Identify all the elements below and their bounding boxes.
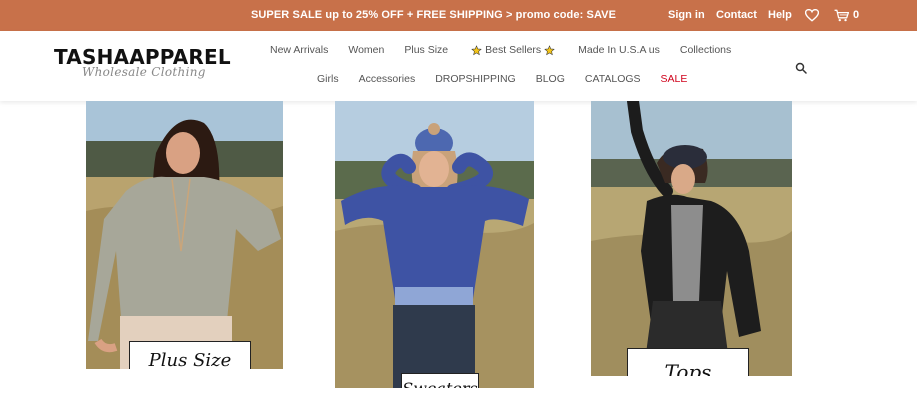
category-card-tops[interactable]: Tops — [591, 101, 792, 376]
star-icon — [544, 44, 555, 55]
help-link[interactable]: Help — [768, 9, 792, 21]
cart-count: 0 — [853, 9, 860, 21]
category-label-tops[interactable]: Tops — [627, 348, 749, 376]
nav-plus-size[interactable]: Plus Size — [404, 44, 448, 56]
nav-dropshipping[interactable]: DROPSHIPPING — [435, 73, 516, 85]
nav-blog[interactable]: BLOG — [536, 73, 565, 85]
sweaters-photo — [335, 101, 534, 388]
site-header: TASHAAPPAREL Wholesale Clothing New Arri… — [0, 31, 917, 101]
nav-catalogs[interactable]: CATALOGS — [585, 73, 641, 85]
category-label-sweaters[interactable]: Sweaters — [401, 373, 479, 388]
category-card-plus-size[interactable]: Plus Size — [86, 101, 283, 369]
logo-tagline: Wholesale Clothing — [82, 65, 206, 79]
nav-new-arrivals[interactable]: New Arrivals — [270, 44, 328, 56]
heart-icon[interactable] — [805, 9, 819, 22]
main-nav-row-2: Girls Accessories DROPSHIPPING BLOG CATA… — [317, 73, 707, 85]
nav-accessories[interactable]: Accessories — [359, 73, 416, 85]
search-icon[interactable] — [795, 62, 807, 74]
plus-size-photo — [86, 101, 283, 369]
category-label-plus-size[interactable]: Plus Size — [129, 341, 251, 369]
nav-collections[interactable]: Collections — [680, 44, 731, 56]
contact-link[interactable]: Contact — [716, 9, 757, 21]
cart-icon[interactable] — [834, 9, 849, 22]
tops-photo — [591, 101, 792, 376]
star-icon — [471, 44, 482, 55]
nav-best-sellers[interactable]: Best Sellers — [468, 44, 558, 56]
promo-bar: SUPER SALE up to 25% OFF + FREE SHIPPING… — [0, 0, 917, 31]
main-nav-row-1: New Arrivals Women Plus Size Best Seller… — [270, 44, 751, 56]
nav-women[interactable]: Women — [348, 44, 384, 56]
nav-sale[interactable]: SALE — [661, 73, 688, 85]
category-card-sweaters[interactable]: Sweaters — [335, 101, 534, 388]
signin-link[interactable]: Sign in — [668, 9, 705, 21]
nav-best-sellers-label: Best Sellers — [485, 44, 542, 56]
nav-girls[interactable]: Girls — [317, 73, 339, 85]
nav-made-in-usa[interactable]: Made In U.S.A us — [578, 44, 660, 56]
